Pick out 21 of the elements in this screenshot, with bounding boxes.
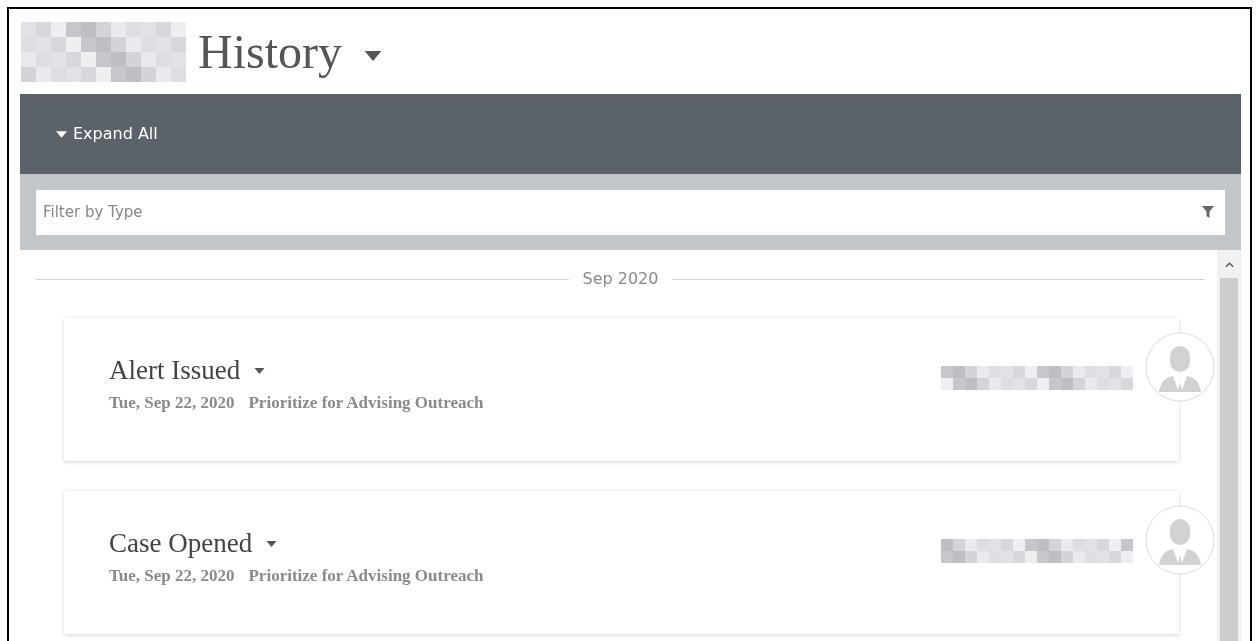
event-title: Case Opened: [109, 527, 253, 560]
event-card[interactable]: Case Opened Tue, Sep 22, 2020 Prioritize for Advising Outreach: [64, 491, 1179, 634]
page-title: History: [198, 27, 342, 76]
caret-icon[interactable]: [254, 367, 266, 374]
avatar-icon: [1145, 332, 1215, 402]
event-title: Alert Issued: [109, 354, 241, 387]
caret-icon: [56, 130, 67, 138]
caret-icon[interactable]: [364, 50, 382, 61]
event-date: Tue, Sep 22, 2020: [109, 391, 235, 414]
event-category: Prioritize for Advising Outreach: [248, 391, 484, 414]
event-card[interactable]: Alert Issued Tue, Sep 22, 2020 Prioritize for Advising Outreach: [64, 318, 1179, 461]
filter-icon[interactable]: [1202, 205, 1214, 218]
month-divider-label: Sep 2020: [582, 268, 659, 290]
scroll-up-icon[interactable]: [1224, 262, 1234, 268]
expand-all-button[interactable]: Expand All: [56, 122, 158, 146]
event-category: Prioritize for Advising Outreach: [248, 564, 484, 587]
event-date: Tue, Sep 22, 2020: [109, 564, 235, 587]
avatar-icon: [1145, 505, 1215, 575]
filter-field[interactable]: Filter by Type: [36, 189, 1225, 235]
caret-icon[interactable]: [266, 540, 278, 547]
scrollbar[interactable]: [1217, 250, 1241, 641]
